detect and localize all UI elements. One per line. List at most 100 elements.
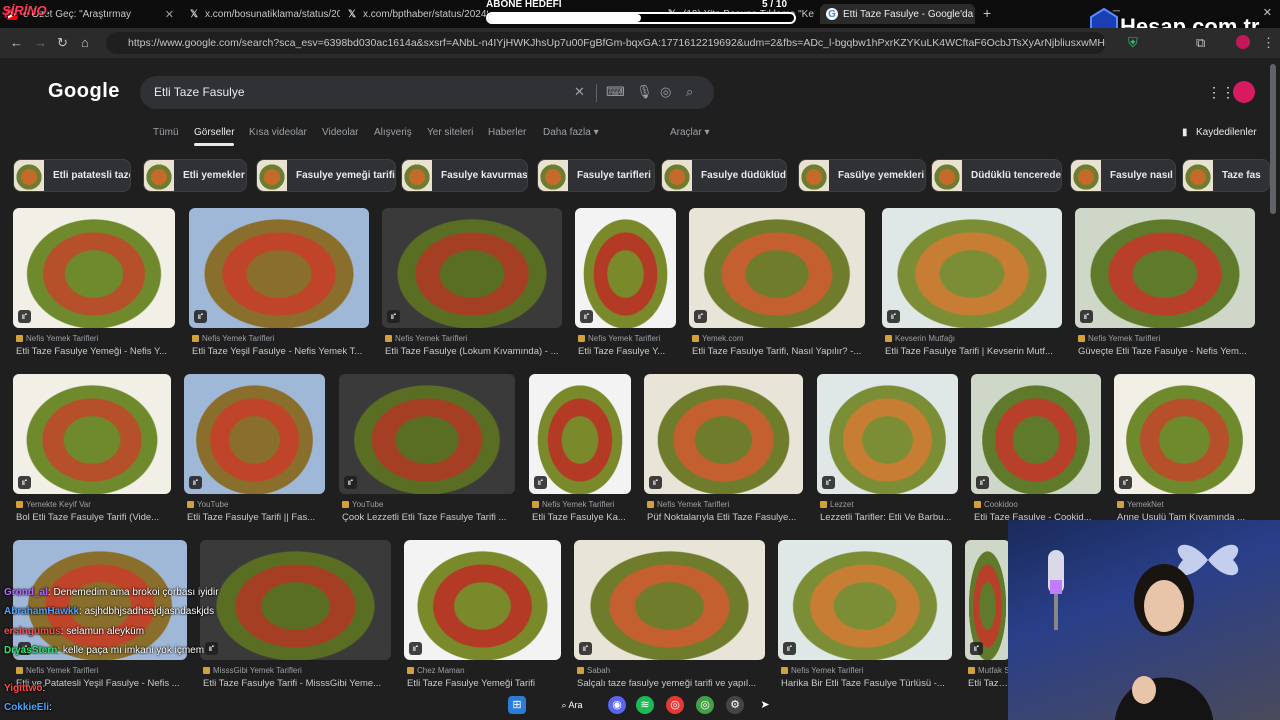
result-source[interactable]: Sabah: [577, 666, 764, 675]
image-result[interactable]: ⑈ Mutfak S Etli Taze F: [965, 540, 1010, 692]
image-result[interactable]: ⑈ MisssGibi Yemek Tarifleri Etli Taze Fasu…: [200, 540, 391, 692]
tab-images[interactable]: Görseller: [194, 127, 235, 138]
close-icon[interactable]: ✕: [814, 8, 818, 21]
tools-button[interactable]: Araçlar ▾: [670, 127, 709, 138]
result-thumbnail[interactable]: ⑈: [574, 540, 765, 660]
url-input[interactable]: https://www.google.com/search?sca_esv=63…: [106, 32, 1106, 54]
image-result[interactable]: ⑈ Nefis Yemek Tarifleri Harika Bir Etli Ta…: [778, 540, 952, 692]
image-result[interactable]: ⑈ Nefis Yemek Tarifleri Etli Taze Fasulye …: [382, 208, 562, 360]
result-title[interactable]: Etli Taze Fasulye Y...: [578, 346, 675, 357]
google-logo[interactable]: Google: [48, 80, 120, 103]
close-window-icon[interactable]: ✕: [1263, 6, 1272, 19]
pointer-app-icon[interactable]: ➤: [756, 696, 774, 714]
result-thumbnail[interactable]: ⑈: [971, 374, 1101, 494]
result-title[interactable]: Güveçte Etli Taze Fasulye - Nefis Yem...: [1078, 346, 1254, 357]
home-icon[interactable]: ⌂: [81, 35, 89, 50]
result-thumbnail[interactable]: ⑈: [529, 374, 631, 494]
result-source[interactable]: Nefis Yemek Tarifleri: [16, 334, 174, 343]
result-source[interactable]: YouTube: [342, 500, 514, 509]
microphone-icon[interactable]: 🎙: [636, 84, 653, 100]
image-result[interactable]: ⑈ Lezzet Lezzetli Tarifler: Etli Ve Barbu.…: [817, 374, 958, 526]
image-result[interactable]: ⑈ Nefis Yemek Tarifleri Etli Taze Fasulye …: [575, 208, 676, 360]
result-source[interactable]: Lezzet: [820, 500, 957, 509]
app-icon[interactable]: ⚙: [726, 696, 744, 714]
result-title[interactable]: Etli Taze Fasulye Yemeği Tarifi: [407, 678, 560, 689]
result-source[interactable]: Chez Maman: [407, 666, 560, 675]
related-search-chip[interactable]: Fasulye nasıl: [1070, 159, 1176, 192]
close-icon[interactable]: ✕: [159, 8, 174, 21]
result-title[interactable]: Çook Lezzetli Etli Taze Fasulye Tarifi .…: [342, 512, 514, 523]
result-thumbnail[interactable]: ⑈: [200, 540, 391, 660]
result-thumbnail[interactable]: ⑈: [189, 208, 369, 328]
search-icon[interactable]: ⌕: [686, 84, 693, 100]
result-title[interactable]: Etli Taze Fasulye Yemeği - Nefis Y...: [16, 346, 174, 357]
result-source[interactable]: Nefis Yemek Tarifleri: [16, 666, 186, 675]
tab-more[interactable]: Daha fazla ▾: [543, 127, 599, 138]
related-search-chip[interactable]: Etli patatesli taze: [13, 159, 131, 192]
related-search-chip[interactable]: Fasülye yemekleri: [798, 159, 926, 192]
result-thumbnail[interactable]: ⑈: [404, 540, 561, 660]
result-thumbnail[interactable]: ⑈: [382, 208, 562, 328]
result-thumbnail[interactable]: ⑈: [339, 374, 515, 494]
image-result[interactable]: ⑈ Nefis Yemek Tarifleri Püf Noktalarıyla E…: [644, 374, 803, 526]
saved-icon[interactable]: ▮: [1182, 127, 1188, 138]
apps-grid-icon[interactable]: ⋮⋮: [1207, 84, 1235, 101]
tab-news[interactable]: Haberler: [488, 127, 526, 138]
result-source[interactable]: Nefis Yemek Tarifleri: [1078, 334, 1254, 343]
image-result[interactable]: ⑈ Yemek.com Etli Taze Fasulye Tarifi, Nası…: [689, 208, 865, 360]
result-title[interactable]: Etli Taze Fasulye (Lokum Kıvamında) - ..…: [385, 346, 561, 357]
image-result[interactable]: ⑈ YouTube Etli Taze Fasulye Tarifi || Fas.…: [184, 374, 325, 526]
tab-short-videos[interactable]: Kısa videolar: [249, 127, 307, 138]
result-thumbnail[interactable]: ⑈: [1075, 208, 1255, 328]
result-title[interactable]: Etli Taze Fasulye Tarifi | Kevserin Mutf…: [885, 346, 1061, 357]
result-thumbnail[interactable]: ⑈: [13, 374, 171, 494]
extensions-icon[interactable]: ⧉: [1196, 35, 1205, 51]
saved-button[interactable]: Kaydedilenler: [1196, 127, 1257, 138]
result-source[interactable]: Nefis Yemek Tarifleri: [578, 334, 675, 343]
result-source[interactable]: YemekNet: [1117, 500, 1254, 509]
result-title[interactable]: Bol Etli Taze Fasulye Tarifi (Vide...: [16, 512, 170, 523]
scrollbar-thumb[interactable]: [1270, 64, 1276, 214]
chrome-canary-icon[interactable]: ◎: [696, 696, 714, 714]
result-thumbnail[interactable]: ⑈: [575, 208, 676, 328]
shield-icon[interactable]: ⛨: [1128, 35, 1138, 51]
result-thumbnail[interactable]: ⑈: [13, 540, 187, 660]
lens-icon[interactable]: ◎: [660, 84, 671, 100]
result-title[interactable]: Etli Taze Fasulye Tarifi - MisssGibi Yem…: [203, 678, 390, 689]
result-thumbnail[interactable]: ⑈: [965, 540, 1010, 660]
result-source[interactable]: Cookidoo: [974, 500, 1100, 509]
result-title[interactable]: Salçalı taze fasulye yemeği tarifi ve ya…: [577, 678, 764, 689]
image-result[interactable]: ⑈ YemekNet Anne Usulü Tam Kıvamında ...: [1114, 374, 1255, 526]
image-result[interactable]: ⑈ Cookidoo Etli Taze Fasulye - Cookid...: [971, 374, 1101, 526]
result-thumbnail[interactable]: ⑈: [1114, 374, 1255, 494]
result-source[interactable]: YouTube: [187, 500, 324, 509]
tab-shopping[interactable]: Alışveriş: [374, 127, 412, 138]
result-title[interactable]: Etli Taze Yeşil Fasulye - Nefis Yemek T.…: [192, 346, 368, 357]
back-icon[interactable]: ←: [10, 35, 23, 50]
result-title[interactable]: Etli Taze Fasulye Tarifi || Fas...: [187, 512, 324, 523]
image-result[interactable]: ⑈ Nefis Yemek Tarifleri Etli Taze Fasulye …: [13, 208, 175, 360]
chrome-icon[interactable]: ◎: [666, 696, 684, 714]
tab-google-active[interactable]: G Etti Taze Fasulye - Google'da Ar ✕: [820, 4, 975, 24]
result-thumbnail[interactable]: ⑈: [184, 374, 325, 494]
forward-icon[interactable]: →: [34, 35, 47, 50]
tab-x-1[interactable]: 𝕏 x.com/bosunatiklama/status/20 ✕: [182, 4, 340, 24]
result-source[interactable]: Nefis Yemek Tarifleri: [192, 334, 368, 343]
related-search-chip[interactable]: Düdüklü tencerede: [931, 159, 1062, 192]
result-source[interactable]: Yemekte Keyif Var: [16, 500, 170, 509]
image-result[interactable]: ⑈ Nefis Yemek Tarifleri Etli Taze Yeşil Fa…: [189, 208, 369, 360]
result-source[interactable]: Nefis Yemek Tarifleri: [647, 500, 802, 509]
image-result[interactable]: ⑈ Yemekte Keyif Var Bol Etli Taze Fasulye …: [13, 374, 171, 526]
result-title[interactable]: Harika Bir Etli Taze Fasulye Türlüsü -..…: [781, 678, 951, 689]
tab-all[interactable]: Tümü: [153, 127, 179, 138]
result-source[interactable]: Mutfak S: [968, 666, 1009, 675]
related-search-chip[interactable]: Fasulye kavurması: [401, 159, 528, 192]
image-result[interactable]: ⑈ Sabah Salçalı taze fasulye yemeği tarifi…: [574, 540, 765, 692]
taskbar-search[interactable]: ⌕ Ara: [552, 696, 592, 714]
related-search-chip[interactable]: Fasulye yemeği tarifi: [256, 159, 396, 192]
search-box[interactable]: Etli Taze Fasulye ✕ ⌨ 🎙 ◎ ⌕: [140, 76, 714, 109]
result-title[interactable]: Püf Noktalarıyla Etli Taze Fasulye...: [647, 512, 802, 523]
image-result[interactable]: ⑈ Nefis Yemek Tarifleri Etli Taze Fasulye …: [529, 374, 631, 526]
result-thumbnail[interactable]: ⑈: [13, 208, 175, 328]
discord-icon[interactable]: ◉: [608, 696, 626, 714]
